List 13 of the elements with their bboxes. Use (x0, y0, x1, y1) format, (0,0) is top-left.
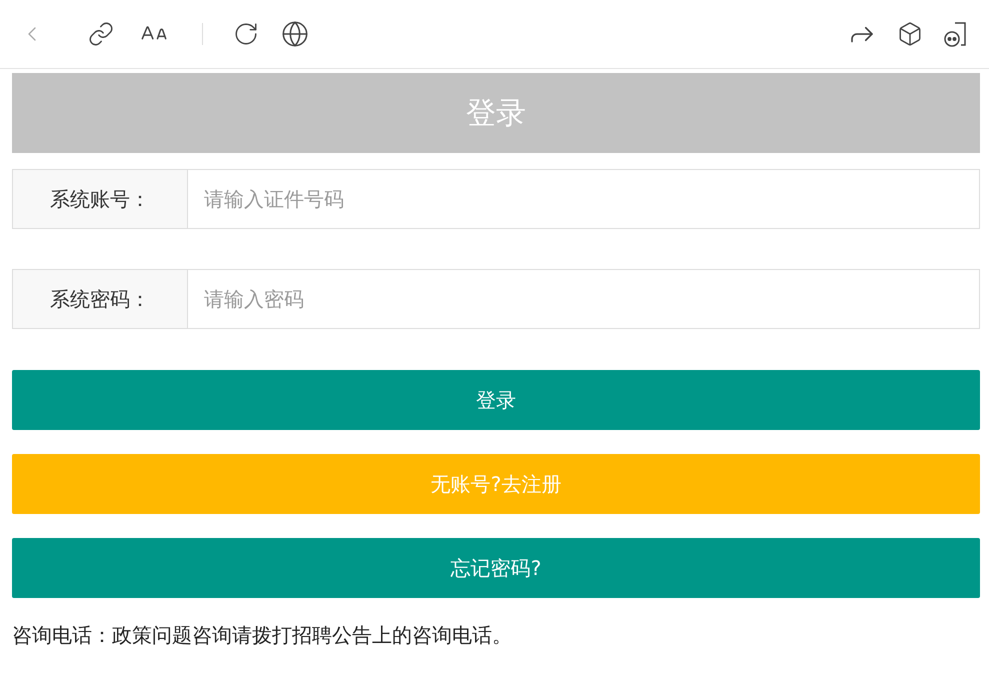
action-button[interactable]: 忘记密码? (12, 538, 980, 598)
field-label: 系统账号： (12, 169, 187, 229)
field-label: 系统密码： (12, 269, 187, 329)
page-header: 登录 (12, 73, 980, 153)
input-field[interactable]: 请输入证件号码 (187, 169, 980, 229)
link-icon[interactable] (88, 21, 114, 47)
input-field[interactable]: 请输入密码 (187, 269, 980, 329)
cube-icon[interactable] (897, 21, 923, 47)
globe-icon[interactable] (281, 20, 309, 48)
contact-note: 咨询电话：政策问题咨询请拨打招聘公告上的咨询电话。 (12, 622, 513, 649)
action-button[interactable]: 登录 (12, 370, 980, 430)
reload-icon[interactable] (233, 21, 259, 47)
mini-program-icon[interactable] (943, 20, 969, 48)
